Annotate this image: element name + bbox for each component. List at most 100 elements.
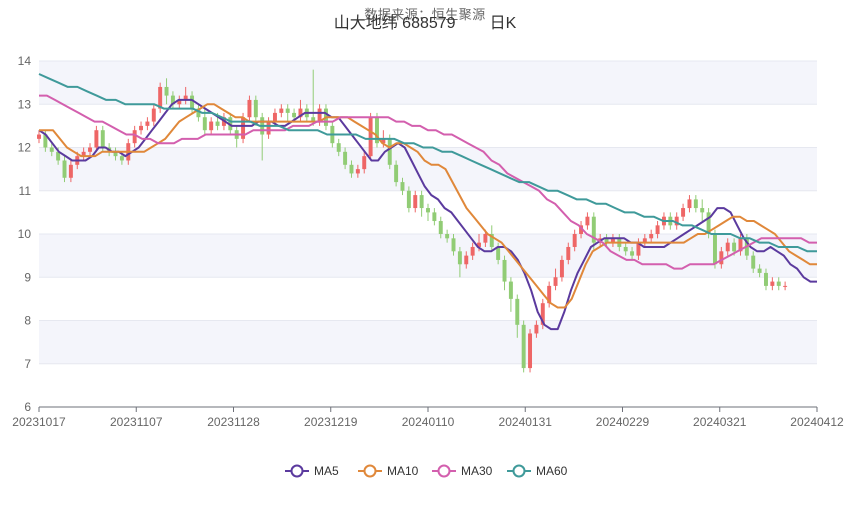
candle-body [432,212,437,222]
candle-body [292,112,297,118]
legend-label: MA60 [536,464,568,478]
candle-body [400,182,405,191]
candle-body [630,251,635,256]
candle-body [693,199,698,209]
plot-band [39,61,817,105]
candle-body [151,108,156,122]
candle-body [215,121,220,126]
candle-body [343,151,348,165]
candle-body [515,298,520,325]
candle-body [349,164,354,174]
candle-body [451,238,456,252]
candle-body [496,246,501,260]
candle-body [119,156,124,161]
candle-body [508,281,513,299]
candle-body [770,281,775,286]
candle-body [426,208,430,213]
candle-body [776,281,781,286]
candle-body [553,277,558,286]
x-tick-label: 20240229 [596,415,650,429]
x-tick-label: 20231107 [110,415,163,429]
candle-body [247,99,252,118]
candle-body [413,195,418,209]
candle-body [132,130,137,144]
candle-body [502,259,507,282]
y-tick-label: 12 [18,141,32,155]
candle-body [164,86,169,96]
candle-body [751,255,756,269]
candlestick-chart: 67891011121314 20231017 20231107 20231128 2… [12,54,844,478]
y-axis: 6 7 8 9 10 11 12 13 14 [18,54,32,414]
x-tick-label: 20231017 [12,415,66,429]
candle-body [445,234,450,239]
legend-marker [363,464,377,478]
plot-band [39,234,817,278]
candle-body [681,208,686,217]
legend-label: MA5 [314,464,339,478]
x-axis: 20231017 20231107 20231128 20231219 20240110… [12,406,844,429]
y-tick-label: 9 [24,270,31,284]
candle-body [37,134,41,139]
candle-body [438,221,443,234]
legend-label: MA10 [387,464,419,478]
legend-marker [512,464,526,478]
candle-body [566,246,571,260]
candle-body [362,156,367,170]
candle-body [464,255,469,265]
candle-body [783,285,788,287]
candle-body [649,234,654,239]
candle-body [757,268,762,273]
candle-body [202,117,207,131]
candle-body [241,117,246,139]
x-tick-label: 20240412 [790,415,844,429]
x-tick-label: 20231219 [304,415,358,429]
candle-body [100,130,105,148]
legend: MA5 MA10 MA30 MA60 [285,464,568,478]
candle-body [623,246,628,252]
candle-body [719,251,724,265]
y-tick-label: 13 [18,97,32,111]
candle-body [272,112,277,122]
x-tick-label: 20240131 [499,415,553,429]
legend-marker [437,464,451,478]
legend-item-ma10: MA10 [358,464,419,478]
candle-body [387,138,392,165]
x-tick-label: 20240321 [693,415,747,429]
candle-body [655,225,660,234]
y-tick-label: 14 [18,54,32,68]
candle-body [521,324,526,369]
candle-body [483,234,488,243]
candle-body [68,164,73,178]
candle-body [725,242,730,252]
legend-item-ma30: MA30 [432,464,493,478]
candle-body [253,99,258,118]
candle-body [355,169,360,174]
legend-item-ma60: MA60 [507,464,568,478]
plot-band [39,320,817,364]
legend-item-ma5: MA5 [285,464,339,478]
plot-band [39,147,817,191]
candle-body [94,130,99,148]
candle-body [336,143,341,152]
candle-body [534,324,539,334]
y-tick-label: 7 [24,357,31,371]
candle-body [406,190,411,209]
y-tick-label: 10 [18,227,32,241]
candle-body [528,333,533,369]
candle-body [139,125,144,131]
legend-marker [290,464,304,478]
candle-body [285,108,290,113]
legend-label: MA30 [461,464,493,478]
y-tick-label: 8 [24,314,31,328]
candle-body [559,259,564,278]
candle-body [470,246,475,256]
candle-body [732,242,737,252]
y-tick-label: 6 [24,400,31,414]
candle-body [394,164,399,183]
x-tick-label: 20231128 [207,415,260,429]
candle-body [368,117,373,157]
candle-body [266,121,271,135]
candle-body [88,147,92,152]
candle-body [572,234,577,247]
candle-body [209,121,214,131]
